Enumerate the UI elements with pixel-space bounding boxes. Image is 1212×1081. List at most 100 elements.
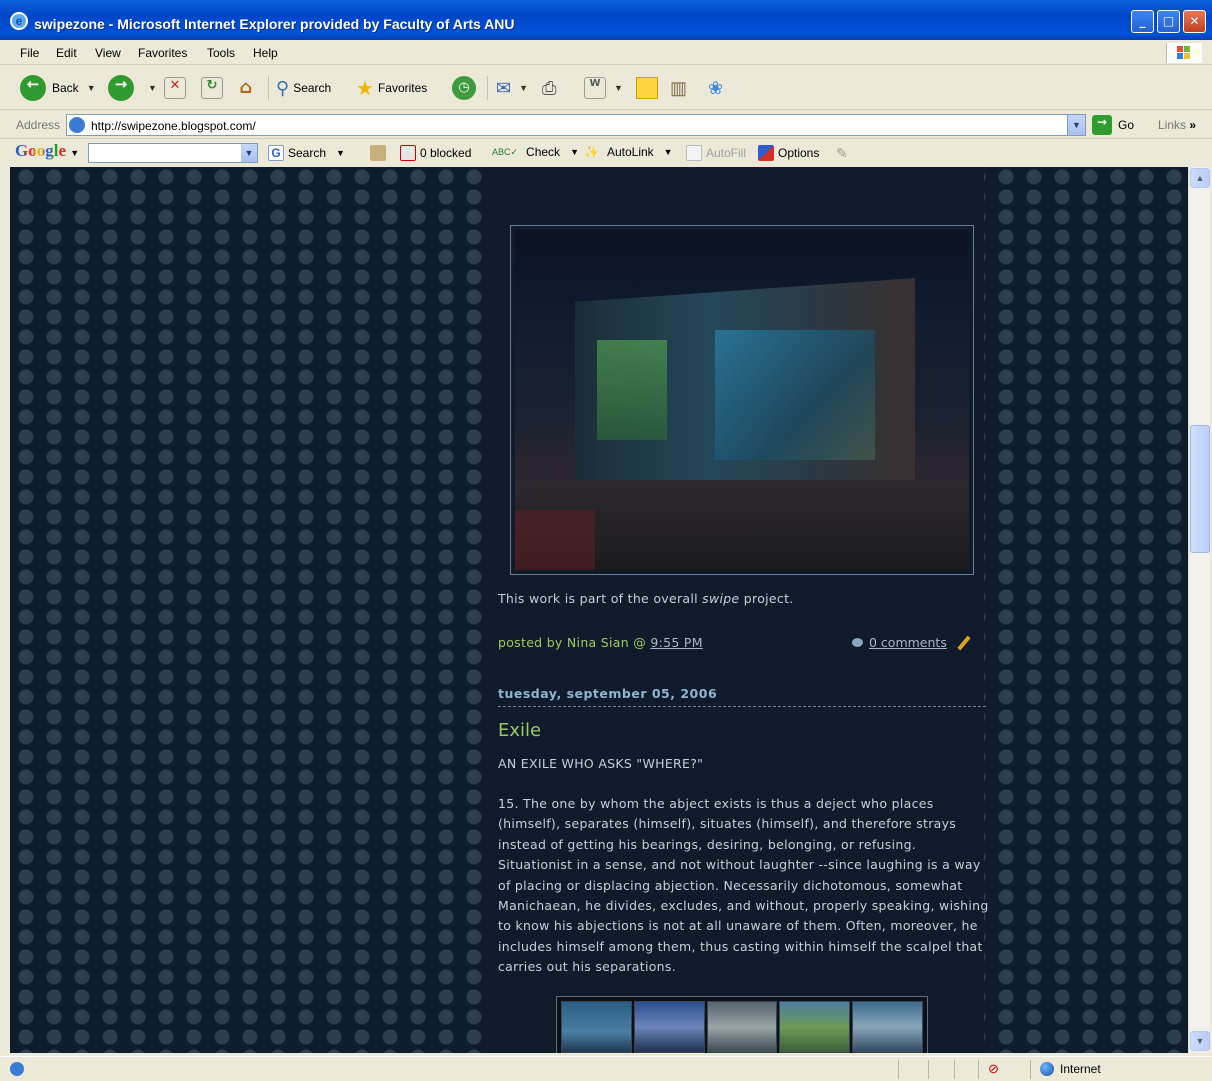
search-button[interactable]: ⚲ Search — [276, 74, 331, 102]
go-arrow-icon: → — [1092, 115, 1112, 135]
security-zone: Internet — [1040, 1062, 1101, 1076]
messenger-icon: ❀ — [708, 77, 724, 98]
google-search-dropdown-icon[interactable]: ▼ — [241, 144, 257, 162]
menu-tools[interactable]: Tools — [207, 46, 235, 60]
highlight-button[interactable]: ✎ — [836, 145, 848, 162]
autolink-button[interactable]: ✨ AutoLink ▼ — [584, 145, 673, 159]
refresh-icon: ↻ — [201, 77, 223, 99]
comments-label[interactable]: 0 comments — [869, 635, 947, 650]
privacy-icon[interactable]: ⊘ — [988, 1061, 999, 1077]
menu-edit[interactable]: Edit — [56, 46, 77, 60]
address-bar: Address http://swipezone.blogspot.com/ ▼… — [0, 111, 1212, 139]
note-icon — [636, 77, 658, 99]
post-title: Exile — [498, 720, 542, 741]
edit-button[interactable]: W ▼ — [584, 74, 623, 102]
page-icon — [69, 117, 85, 133]
window-title: swipezone - Microsoft Internet Explorer … — [34, 16, 515, 32]
title-bar: e swipezone - Microsoft Internet Explore… — [0, 0, 1212, 40]
home-icon: ⌂ — [239, 77, 253, 98]
links-label: Links — [1158, 118, 1187, 132]
go-button[interactable]: → Go — [1092, 115, 1134, 135]
research-button[interactable]: ▥ — [670, 74, 687, 102]
menu-file[interactable]: File — [20, 46, 39, 60]
search-icon: ⚲ — [276, 77, 290, 98]
research-icon: ▥ — [670, 77, 688, 98]
menu-favorites[interactable]: Favorites — [138, 46, 187, 60]
google-logo[interactable]: Google ▼ — [15, 141, 79, 161]
close-button[interactable]: ✕ — [1183, 10, 1206, 33]
options-label: Options — [778, 146, 820, 160]
news-icon — [370, 145, 386, 161]
history-icon: ◷ — [452, 76, 476, 100]
autofill-icon — [686, 145, 702, 161]
word-edit-icon: W — [584, 77, 606, 99]
home-button[interactable]: ⌂ — [235, 74, 257, 102]
stop-button[interactable]: ✕ — [164, 74, 186, 102]
page-content: This work is part of the overall swipe p… — [10, 167, 1188, 1053]
thumbnail-image — [633, 1001, 705, 1053]
scroll-up-icon[interactable]: ▲ — [1190, 168, 1210, 188]
google-search-input[interactable]: ▼ — [88, 143, 258, 163]
caption-text: This work is part of the overall — [498, 591, 703, 606]
autolink-icon: ✨ — [584, 145, 599, 159]
thumbnail-image — [852, 1001, 923, 1053]
google-g-icon: G — [268, 145, 284, 161]
favorites-button[interactable]: ★ Favorites — [356, 74, 427, 102]
history-button[interactable]: ◷ — [452, 74, 482, 102]
address-url[interactable]: http://swipezone.blogspot.com/ — [91, 119, 256, 133]
autofill-button[interactable]: AutoFill — [686, 145, 746, 161]
status-bar: ⊘ Internet — [0, 1056, 1212, 1081]
post-time-link[interactable]: 9:55 PM — [650, 635, 702, 650]
star-icon: ★ — [356, 77, 374, 100]
address-dropdown-icon[interactable]: ▼ — [1067, 115, 1085, 135]
menu-bar: File Edit View Favorites Tools Help — [0, 40, 1212, 65]
stop-icon: ✕ — [164, 77, 186, 99]
maximize-button[interactable]: □ — [1157, 10, 1180, 33]
popup-blocker-button[interactable]: 0 blocked — [400, 145, 471, 161]
menu-help[interactable]: Help — [253, 46, 278, 60]
scroll-down-icon[interactable]: ▼ — [1190, 1031, 1210, 1051]
post-body: 15. The one by whom the abject exists is… — [498, 796, 989, 975]
popup-blocker-icon — [400, 145, 416, 161]
check-dropdown-icon[interactable]: ▼ — [570, 147, 579, 157]
autolink-dropdown-icon[interactable]: ▼ — [664, 147, 673, 157]
discuss-button[interactable] — [636, 74, 658, 102]
google-search-button[interactable]: G Search ▼ — [268, 145, 345, 161]
menu-view[interactable]: View — [95, 46, 121, 60]
forward-dropdown-icon[interactable]: ▼ — [148, 83, 157, 93]
news-button[interactable] — [370, 145, 390, 161]
search-label: Search — [293, 81, 332, 95]
options-button[interactable]: Options — [758, 145, 819, 161]
google-search-dropdown2-icon[interactable]: ▼ — [336, 148, 345, 158]
caption-text-end: project. — [739, 591, 794, 606]
forward-button[interactable]: → ▼ — [108, 74, 157, 102]
favorites-label: Favorites — [377, 81, 428, 95]
back-dropdown-icon[interactable]: ▼ — [87, 83, 96, 93]
post-photo — [510, 225, 974, 575]
links-button[interactable]: Links » — [1158, 118, 1196, 132]
edit-dropdown-icon[interactable]: ▼ — [614, 83, 623, 93]
mail-icon: ✉ — [496, 77, 512, 98]
minimize-button[interactable]: _ — [1131, 10, 1154, 33]
ie-logo-icon: e — [10, 12, 28, 30]
address-label: Address — [16, 118, 61, 132]
messenger-button[interactable]: ❀ — [708, 74, 723, 102]
caption-emphasis: swipe — [702, 591, 740, 606]
google-logo-text: Google — [15, 141, 66, 160]
refresh-button[interactable]: ↻ — [201, 74, 223, 102]
marker-icon: ✎ — [836, 145, 848, 161]
back-arrow-icon: ← — [20, 75, 46, 101]
address-input[interactable]: http://swipezone.blogspot.com/ ▼ — [66, 114, 1086, 136]
mail-button[interactable]: ✉ ▼ — [496, 74, 528, 102]
thumbnail-image — [779, 1001, 851, 1053]
scroll-thumb[interactable] — [1190, 425, 1210, 553]
post-caption: This work is part of the overall swipe p… — [498, 591, 794, 606]
globe-icon — [1040, 1062, 1054, 1076]
vertical-scrollbar[interactable]: ▲ ▼ — [1188, 167, 1210, 1053]
mail-dropdown-icon[interactable]: ▼ — [519, 83, 528, 93]
back-button[interactable]: ← Back ▼ — [20, 74, 96, 102]
spell-check-button[interactable]: ABC✓ Check ▼ — [492, 145, 579, 159]
print-button[interactable]: ⎙ — [542, 74, 556, 102]
thumbnail-image — [561, 1001, 632, 1053]
comments-link[interactable]: 0 comments — [852, 635, 947, 650]
